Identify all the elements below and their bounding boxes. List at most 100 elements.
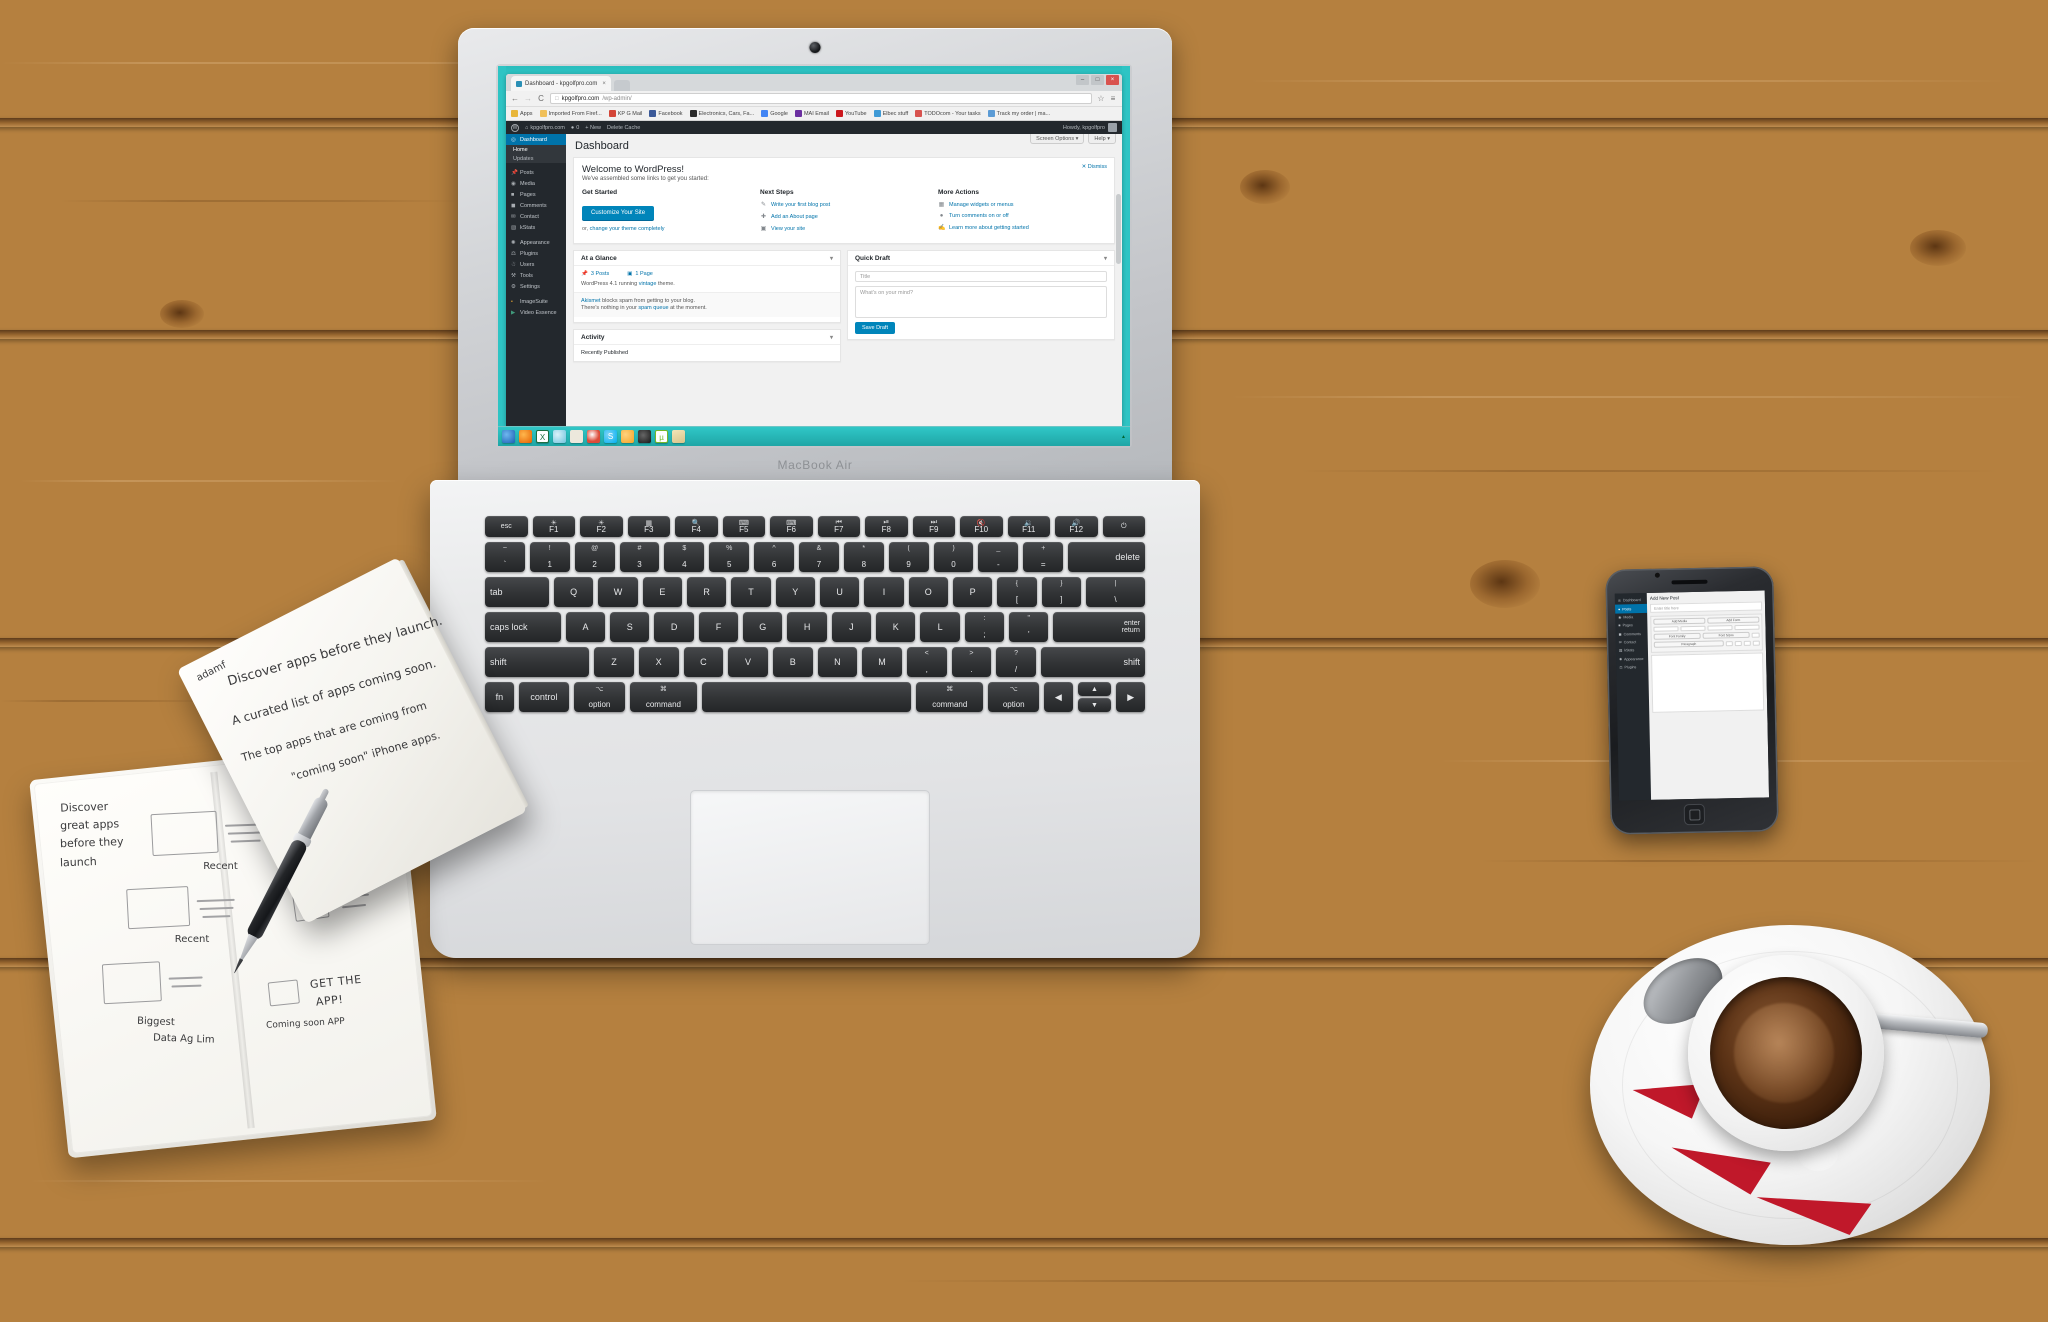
key-f6[interactable]: ⌨ F6	[770, 516, 813, 537]
start-icon[interactable]	[502, 430, 515, 443]
key-f7[interactable]: ⏮ F7	[817, 516, 860, 537]
key-3[interactable]: #3	[619, 542, 660, 572]
browser-tab[interactable]: Dashboard - kpgolfpro.com ×	[511, 76, 611, 91]
key-arrow-up[interactable]: ▲	[1077, 682, 1112, 696]
key-r[interactable]: R	[686, 577, 727, 607]
key-9[interactable]: (9	[888, 542, 929, 572]
bookmark-item[interactable]: Track my order | ma...	[987, 110, 1050, 117]
phone-sidebar-item-plugins[interactable]: ⚖ Plugins	[1616, 663, 1648, 672]
key-v[interactable]: V	[728, 647, 768, 677]
toolbar-icon[interactable]	[1734, 640, 1742, 646]
key-bracket-right[interactable]: }]	[1041, 577, 1081, 607]
bookmark-item[interactable]: Electronics, Cars, Fa...	[689, 110, 754, 117]
key-a[interactable]: A	[565, 612, 606, 642]
trackpad[interactable]	[690, 790, 930, 945]
key-f5[interactable]: ⌨ F5	[722, 516, 765, 537]
key-slash[interactable]: ? /	[996, 647, 1036, 677]
dismiss-welcome-button[interactable]: ✕ Dismiss	[1082, 164, 1107, 170]
key-i[interactable]: I	[864, 577, 904, 607]
key-2[interactable]: @2	[574, 542, 615, 572]
screen-options-tab[interactable]: Screen Options ▾	[1030, 134, 1085, 144]
excel-icon[interactable]: X	[536, 430, 549, 443]
sidebar-item-dashboard[interactable]: ◎ Dashboard	[506, 134, 566, 145]
key-d[interactable]: D	[654, 612, 694, 642]
bookmark-item[interactable]: Facebook	[649, 110, 683, 117]
sidebar-item-users[interactable]: ☃ Users	[506, 259, 566, 270]
key-f8[interactable]: ⏯ F8	[865, 516, 908, 537]
key-command-right[interactable]: ⌘ command	[916, 682, 984, 712]
collapse-icon[interactable]: ▾	[830, 334, 833, 341]
bookmark-star-icon[interactable]: ☆	[1097, 94, 1105, 103]
key-option-left[interactable]: ⌥ option	[574, 682, 625, 712]
key-minus[interactable]: _ -	[978, 542, 1019, 572]
paragraph-format-select[interactable]: Paragraph	[1653, 640, 1724, 648]
toolbar-icon[interactable]	[1752, 640, 1760, 646]
key-n[interactable]: N	[817, 647, 858, 677]
key-command-left[interactable]: ⌘ command	[629, 682, 698, 712]
key-fn[interactable]: fn	[485, 682, 514, 712]
key-o[interactable]: O	[908, 577, 948, 607]
key-c[interactable]: C	[683, 647, 724, 677]
posts-count-link[interactable]: 📌 3 Posts	[581, 271, 609, 277]
key-tab[interactable]: tab	[485, 577, 549, 607]
key-backslash[interactable]: | \	[1085, 577, 1145, 607]
key-h[interactable]: H	[787, 612, 827, 642]
key-7[interactable]: & 7	[799, 542, 839, 572]
format-chip[interactable]	[1734, 624, 1760, 631]
key-return[interactable]: enter return	[1053, 612, 1145, 642]
bookmark-item[interactable]: Apps	[511, 110, 533, 117]
text-color-swatch[interactable]	[1751, 632, 1760, 638]
account-menu[interactable]: Howdy, kpgolfpro	[1063, 123, 1117, 132]
reload-icon[interactable]: C	[537, 94, 545, 103]
site-name-menu[interactable]: ⌂ kpgolfpro.com	[525, 125, 565, 131]
format-chip[interactable]	[1653, 626, 1679, 632]
turn-comments-link[interactable]: ● Turn comments on or off	[938, 213, 1106, 219]
messenger-icon[interactable]	[553, 430, 566, 443]
key-f10[interactable]: 🔇 F10	[960, 516, 1003, 537]
minimize-button[interactable]: –	[1076, 75, 1089, 85]
key-j[interactable]: J	[831, 612, 872, 642]
theme-link[interactable]: vintage	[639, 281, 657, 287]
pages-count-link[interactable]: ▣ 1 Page	[627, 271, 653, 277]
phone-title-input[interactable]: Enter title here	[1649, 601, 1763, 613]
sidebar-item-media[interactable]: ◉ Media	[506, 178, 566, 189]
key-p[interactable]: P	[952, 577, 993, 607]
toolbar-icon[interactable]	[1743, 640, 1751, 646]
sidebar-item-video-essence[interactable]: ▶ Video Essence	[506, 307, 566, 318]
wordpress-logo-icon[interactable]: W	[511, 123, 519, 132]
key-semicolon[interactable]: :;	[964, 612, 1005, 642]
key-caps-lock[interactable]: caps lock	[485, 612, 561, 642]
key-option-right[interactable]: ⌥ option	[988, 682, 1039, 712]
comments-bubble[interactable]: ● 0	[571, 125, 579, 131]
close-button[interactable]: ×	[1106, 75, 1119, 85]
key-e[interactable]: E	[642, 577, 682, 607]
phone-editor-area[interactable]	[1651, 652, 1765, 713]
paint-icon[interactable]	[638, 430, 651, 443]
back-icon[interactable]: ←	[511, 94, 519, 103]
bookmark-item[interactable]: MAI Email	[794, 110, 829, 117]
key-f3[interactable]: ▦ F3	[627, 516, 670, 537]
key-l[interactable]: L	[920, 612, 960, 642]
sidebar-item-settings[interactable]: ⚙ Settings	[506, 281, 566, 292]
key-arrow-right[interactable]: ▶	[1116, 682, 1145, 712]
tab-close-icon[interactable]: ×	[602, 81, 606, 87]
key-f12[interactable]: 🔊 F12	[1055, 516, 1098, 537]
quick-draft-title-input[interactable]: Title	[855, 271, 1107, 282]
delete-cache-button[interactable]: Delete Cache	[607, 125, 640, 131]
key-u[interactable]: U	[819, 577, 860, 607]
address-bar[interactable]: □ kpgolfpro.com/wp-admin/	[550, 93, 1092, 104]
help-tab[interactable]: Help ▾	[1088, 134, 1116, 144]
scrollbar-thumb[interactable]	[1116, 194, 1121, 264]
format-chip[interactable]	[1680, 625, 1706, 632]
font-family-select[interactable]: Font Family	[1653, 632, 1701, 640]
browser-menu-icon[interactable]: ≡	[1109, 94, 1117, 103]
bookmark-item[interactable]: Google	[761, 110, 788, 117]
key-w[interactable]: W	[598, 577, 638, 607]
utorrent-icon[interactable]: µ	[655, 430, 668, 443]
explorer-icon[interactable]	[672, 430, 685, 443]
key-f4[interactable]: 🔍 F4	[675, 516, 718, 537]
key-t[interactable]: T	[731, 577, 771, 607]
customize-your-site-button[interactable]: Customize Your Site	[582, 206, 655, 220]
new-tab-button[interactable]	[613, 80, 630, 91]
key-esc[interactable]: esc	[485, 516, 528, 537]
